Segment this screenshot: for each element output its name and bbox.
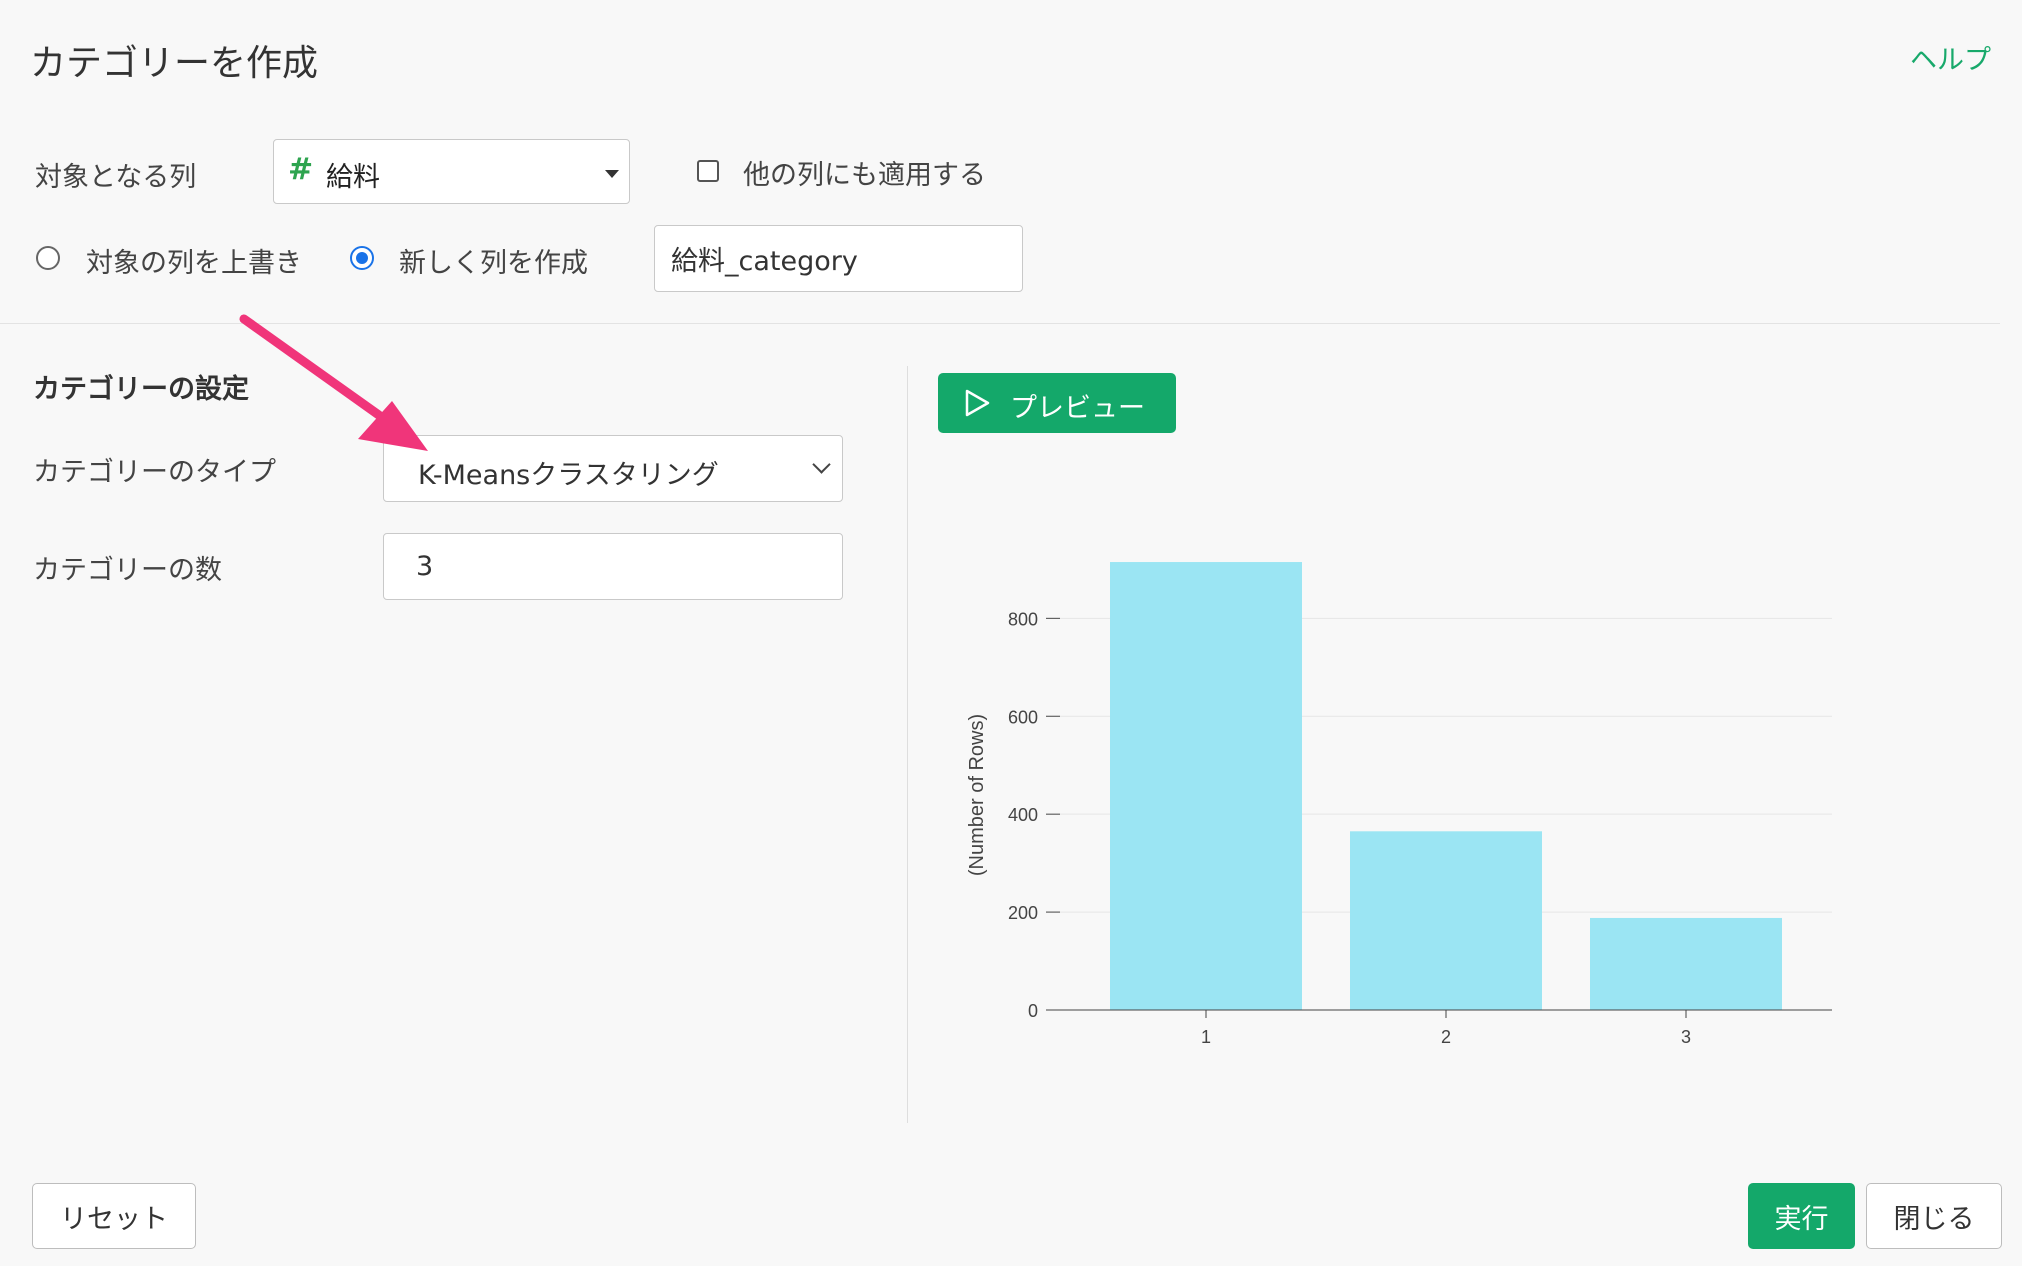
apply-other-columns-checkbox[interactable] [697,160,719,182]
bar [1590,917,1782,1010]
category-settings-heading: カテゴリーの設定 [33,374,249,405]
category-count-input[interactable] [383,533,843,600]
y-tick-label: 0 [1028,1001,1038,1021]
category-type-select[interactable]: K-Meansクラスタリング [383,435,843,502]
category-type-value: K-Meansクラスタリング [418,460,719,491]
help-link[interactable]: ヘルプ [1910,38,1991,77]
number-type-icon: # [288,152,314,187]
x-tick-label: 3 [1681,1027,1691,1047]
category-preview-chart: 0 200 400 600 800 1 2 3 (Number of Rows) [966,562,1832,1047]
new-column-name-input[interactable] [654,225,1023,292]
reset-button[interactable]: リセット [32,1183,196,1249]
y-tick-label: 600 [1008,707,1038,727]
category-count-label: カテゴリーの数 [33,555,222,586]
y-tick-label: 800 [1008,609,1038,629]
y-tick-label: 400 [1008,805,1038,825]
annotation-arrow [239,314,428,451]
preview-button[interactable]: プレビュー [938,373,1176,433]
x-tick-label: 1 [1201,1027,1211,1047]
close-button[interactable]: 閉じる [1866,1183,2002,1249]
bar [1110,562,1302,1010]
new-column-label: 新しく列を作成 [399,248,588,279]
run-button[interactable]: 実行 [1748,1183,1855,1249]
target-column-label: 対象となる列 [35,162,197,193]
bar [1350,831,1542,1010]
chevron-down-icon [812,455,831,474]
play-icon [965,389,990,417]
y-axis-label: (Number of Rows) [966,714,988,876]
target-column-value: 給料 [326,162,380,193]
x-tick-label: 2 [1441,1027,1451,1047]
vertical-divider [907,366,908,1123]
dialog-title: カテゴリーを作成 [30,43,319,84]
y-tick-label: 200 [1008,903,1038,923]
new-column-radio[interactable] [350,246,374,270]
apply-other-columns-label: 他の列にも適用する [743,160,986,191]
overwrite-label: 対象の列を上書き [86,248,302,279]
target-column-select[interactable]: # 給料 [273,139,630,204]
preview-button-label: プレビュー [1010,393,1145,424]
overwrite-radio[interactable] [36,246,60,270]
caret-down-icon [605,170,619,178]
